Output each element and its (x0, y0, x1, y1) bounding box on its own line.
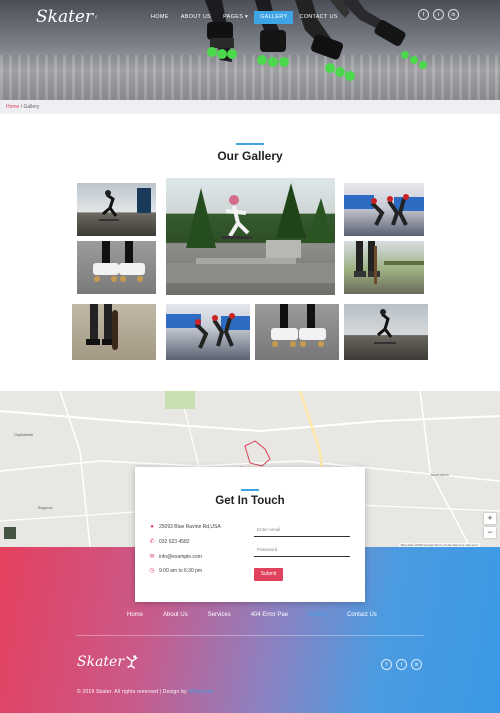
twitter-icon[interactable]: t (396, 659, 407, 670)
instagram-icon[interactable]: in (411, 659, 422, 670)
footer-divider (76, 635, 424, 636)
svg-text:Tavernerio: Tavernerio (430, 472, 449, 477)
copyright: © 2019 Skater. All rights reserved | Des… (77, 689, 214, 695)
footer-logo[interactable]: Skater (77, 654, 140, 670)
footer-nav-gallery[interactable]: Gallery (298, 612, 337, 618)
contact-hours: ◷ 9:00 am to 6:30 pm (149, 568, 202, 574)
nav-home[interactable]: Home (145, 11, 175, 24)
footer-nav-home[interactable]: Home (117, 612, 153, 618)
nav-gallery[interactable]: Gallery (254, 11, 294, 24)
map-zoom-out-button[interactable]: − (484, 527, 496, 538)
gallery-photo[interactable] (77, 241, 156, 294)
gallery-photo[interactable] (166, 178, 335, 295)
hero-banner: Skater Home About Us Pages ▾ Gallery Con… (0, 0, 500, 100)
page: Skater Home About Us Pages ▾ Gallery Con… (0, 0, 500, 713)
logo-text: Skater (36, 7, 94, 27)
map-zoom-in-button[interactable]: + (484, 513, 496, 524)
header-social: f t in (418, 9, 459, 20)
twitter-icon[interactable]: t (433, 9, 444, 20)
skater-figure-icon (126, 655, 138, 669)
email-text[interactable]: info@example.com (159, 554, 202, 560)
skater-figure-icon (94, 15, 98, 19)
map-pin-icon: ● (150, 524, 154, 530)
gallery-photo[interactable] (72, 304, 156, 360)
instagram-icon[interactable]: in (448, 9, 459, 20)
contact-title: Get In Touch (215, 495, 285, 507)
gallery-photo[interactable] (344, 241, 424, 294)
nav-pages-dropdown[interactable]: Pages ▾ (217, 11, 254, 24)
footer-nav: Home About Us Services 404 Error Pae Gal… (117, 612, 387, 618)
copyright-text: © 2019 Skater. All rights reserved | Des… (77, 689, 189, 695)
breadcrumb: Home / Gallery (0, 100, 500, 114)
facebook-icon[interactable]: f (418, 9, 429, 20)
nav-contact[interactable]: Contact Us (293, 11, 343, 24)
breadcrumb-current: Gallery (23, 104, 40, 110)
footer-nav-contact[interactable]: Contact Us (337, 612, 387, 618)
phone-icon: ✆ (149, 539, 155, 545)
footer-social: f t in (381, 659, 422, 670)
contact-email: ✉ info@example.com (149, 554, 202, 560)
designer-link[interactable]: W3layouts (188, 689, 213, 695)
contact-address: ● 25093 Blue Ravine Rd,USA (149, 524, 221, 530)
site-logo[interactable]: Skater (36, 4, 98, 30)
breadcrumb-home[interactable]: Home (6, 104, 19, 110)
contact-phone: ✆ 032 623 4582 (149, 539, 190, 545)
submit-button[interactable]: Submit (254, 568, 283, 581)
svg-text:Bagnolo: Bagnolo (38, 505, 53, 510)
nav-about[interactable]: About Us (175, 11, 217, 24)
footer-logo-text: Skater (77, 654, 125, 670)
contact-title-accent (241, 489, 259, 491)
password-field[interactable]: Password (254, 543, 350, 557)
envelope-icon: ✉ (149, 554, 155, 560)
hours-text: 9:00 am to 6:30 pm (159, 568, 203, 574)
gallery-title: Our Gallery (217, 149, 283, 163)
gallery-photo[interactable] (344, 304, 428, 360)
gallery-title-accent (236, 143, 264, 145)
phone-text: 032 623 4582 (159, 539, 190, 545)
clock-icon: ◷ (149, 568, 155, 574)
gallery-photo[interactable] (344, 183, 424, 236)
gallery-photo[interactable] (166, 304, 250, 360)
footer-nav-services[interactable]: Services (198, 612, 241, 618)
footer-nav-about[interactable]: About Us (153, 612, 198, 618)
main-nav: Home About Us Pages ▾ Gallery Contact Us (145, 11, 344, 24)
footer-nav-404[interactable]: 404 Error Pae (241, 612, 298, 618)
gallery-photo[interactable] (255, 304, 339, 360)
contact-card: Get In Touch ● 25093 Blue Ravine Rd,USA … (135, 467, 365, 602)
facebook-icon[interactable]: f (381, 659, 392, 670)
address-text: 25093 Blue Ravine Rd,USA (159, 524, 221, 530)
email-field[interactable]: Enter email (254, 523, 350, 537)
svg-text:Ospitaletto: Ospitaletto (14, 432, 34, 437)
gallery-photo[interactable] (77, 183, 156, 236)
